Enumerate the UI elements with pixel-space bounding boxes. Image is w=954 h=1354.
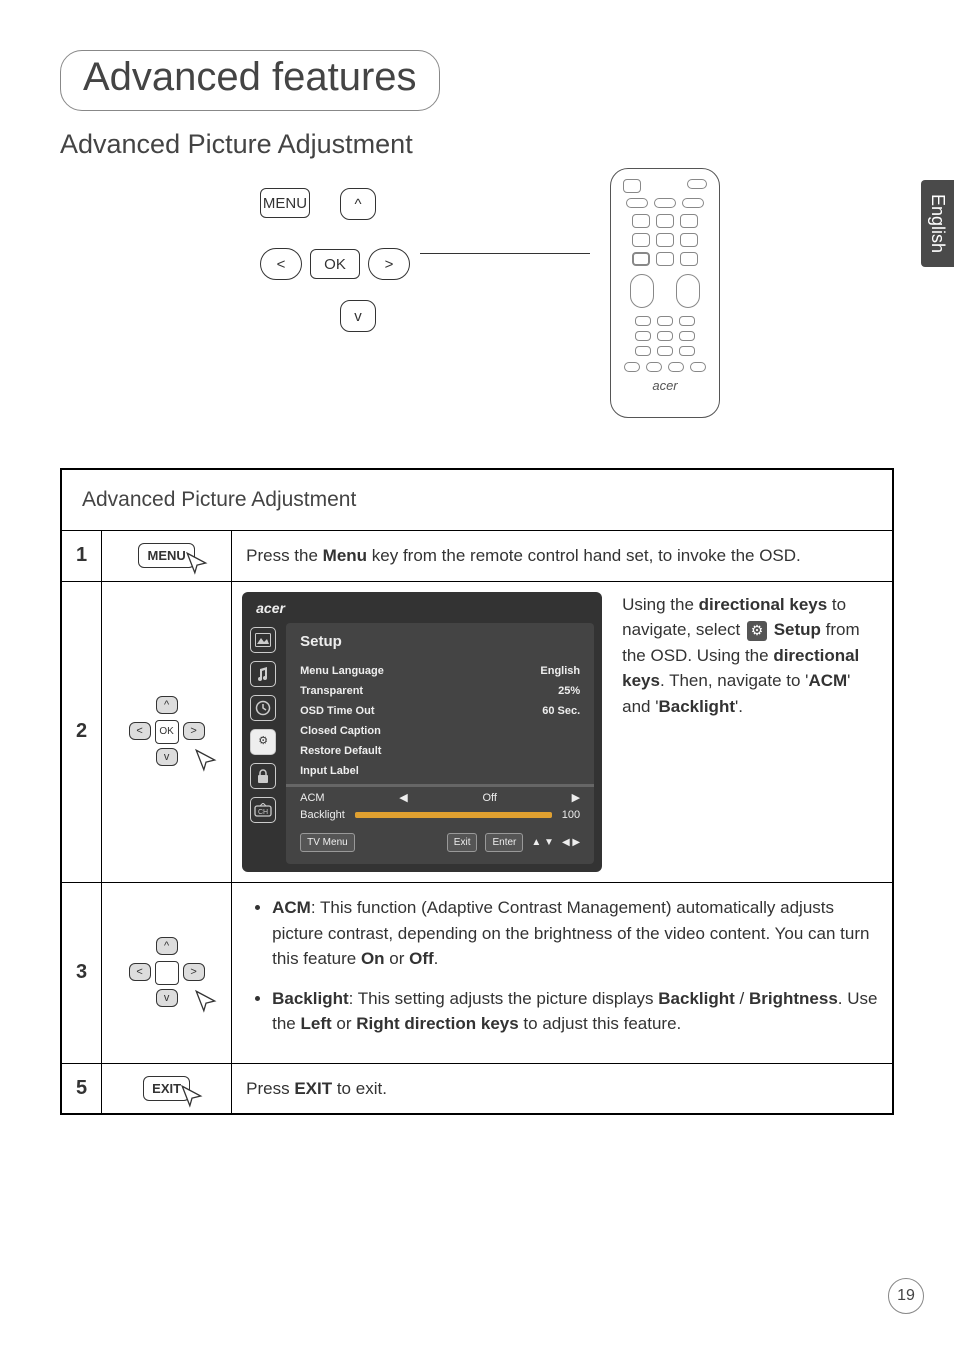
osd-item[interactable]: Menu LanguageEnglish (300, 661, 580, 681)
table-row: 5 EXIT Press EXIT to exit. (61, 1063, 893, 1114)
osd-setup-panel: acer ⚙ CH Setup (242, 592, 602, 873)
left-button[interactable]: < (260, 248, 302, 280)
exit-key-icon: EXIT (143, 1076, 190, 1101)
step-icon-cell: ^ v < > (102, 883, 232, 1064)
step-text: Using the directional keys to navigate, … (622, 592, 882, 720)
connector-line (420, 253, 590, 254)
cursor-icon (193, 988, 219, 1019)
step-instruction: Press the Menu key from the remote contr… (232, 531, 893, 582)
osd-brand: acer (250, 598, 594, 623)
setup-tab-icon[interactable]: ⚙ (250, 729, 276, 755)
table-row: 2 ^ v < > OK acer (61, 581, 893, 883)
document-page: Advanced features Advanced Picture Adjus… (0, 0, 954, 1155)
dpad-mini-icon: ^ v < > (127, 933, 207, 1013)
osd-item[interactable]: Restore Default (300, 741, 580, 761)
cursor-icon (179, 1083, 205, 1112)
svg-text:CH: CH (258, 809, 268, 816)
osd-item[interactable]: Transparent25% (300, 681, 580, 701)
remote-outline: acer (610, 168, 720, 418)
left-arrow-icon: < (129, 722, 151, 740)
right-arrow-icon: > (183, 963, 205, 981)
lock-tab-icon[interactable] (250, 763, 276, 789)
page-number: 19 (888, 1278, 924, 1314)
osd-item[interactable]: Closed Caption (300, 721, 580, 741)
bullet-backlight: Backlight: This setting adjusts the pict… (272, 986, 878, 1037)
table-header: Advanced Picture Adjustment (61, 469, 893, 531)
osd-tab-strip: ⚙ CH (250, 623, 276, 865)
right-arrow-icon: > (183, 722, 205, 740)
page-title-pill: Advanced features (60, 50, 440, 111)
right-button[interactable]: > (368, 248, 410, 280)
audio-tab-icon[interactable] (250, 661, 276, 687)
picture-tab-icon[interactable] (250, 627, 276, 653)
up-arrow-icon: ^ (156, 696, 178, 714)
step-instruction: ACM: This function (Adaptive Contrast Ma… (232, 883, 893, 1064)
up-button[interactable]: ^ (340, 188, 376, 220)
left-caret-icon[interactable]: ◀ (399, 790, 407, 807)
page-subtitle: Advanced Picture Adjustment (60, 129, 894, 160)
dpad-mini-icon: ^ v < > OK (127, 692, 207, 772)
remote-diagram: MENU ^ < OK > v acer (210, 178, 894, 448)
remote-brand: acer (623, 378, 707, 393)
backlight-slider[interactable] (355, 812, 552, 818)
down-button[interactable]: v (340, 300, 376, 332)
left-arrow-icon: < (129, 963, 151, 981)
gear-icon: ⚙ (747, 621, 767, 641)
ok-mini-icon (155, 961, 179, 985)
channel-tab-icon[interactable]: CH (250, 797, 276, 823)
step-number: 1 (61, 531, 102, 582)
table-header-row: Advanced Picture Adjustment (61, 469, 893, 531)
ok-button[interactable]: OK (310, 249, 360, 279)
step-number: 2 (61, 581, 102, 883)
bullet-acm: ACM: This function (Adaptive Contrast Ma… (272, 895, 878, 972)
up-arrow-icon: ^ (156, 937, 178, 955)
step-icon-cell: ^ v < > OK (102, 581, 232, 883)
step-instruction: Press EXIT to exit. (232, 1063, 893, 1114)
language-side-tab: English (921, 180, 954, 267)
osd-item[interactable]: OSD Time Out60 Sec. (300, 701, 580, 721)
down-arrow-icon: v (156, 989, 178, 1007)
page-title: Advanced features (83, 55, 417, 99)
step-icon-cell: MENU (102, 531, 232, 582)
table-row: 3 ^ v < > ACM: This function (Adaptive C… (61, 883, 893, 1064)
osd-acm-row[interactable]: ACM ◀ Off ▶ (300, 790, 580, 807)
right-caret-icon[interactable]: ▶ (572, 790, 580, 807)
osd-setup-list: Setup Menu LanguageEnglish Transparent25… (286, 623, 594, 865)
steps-table: Advanced Picture Adjustment 1 MENU Press… (60, 468, 894, 1115)
cursor-icon (184, 550, 210, 579)
osd-nav-hints: TV Menu Exit Enter ▲ ▼ ◀ ▶ (300, 833, 580, 852)
step-instruction: acer ⚙ CH Setup (232, 581, 893, 883)
cursor-icon (193, 747, 219, 778)
ok-mini-icon: OK (155, 720, 179, 744)
osd-backlight-row[interactable]: Backlight 100 (300, 807, 580, 824)
step-number: 5 (61, 1063, 102, 1114)
menu-key-icon: MENU (138, 543, 194, 568)
down-arrow-icon: v (156, 748, 178, 766)
table-row: 1 MENU Press the Menu key from the remot… (61, 531, 893, 582)
step-icon-cell: EXIT (102, 1063, 232, 1114)
osd-title: Setup (300, 631, 580, 654)
time-tab-icon[interactable] (250, 695, 276, 721)
menu-button[interactable]: MENU (260, 188, 310, 218)
osd-item[interactable]: Input Label (300, 761, 580, 781)
step-number: 3 (61, 883, 102, 1064)
